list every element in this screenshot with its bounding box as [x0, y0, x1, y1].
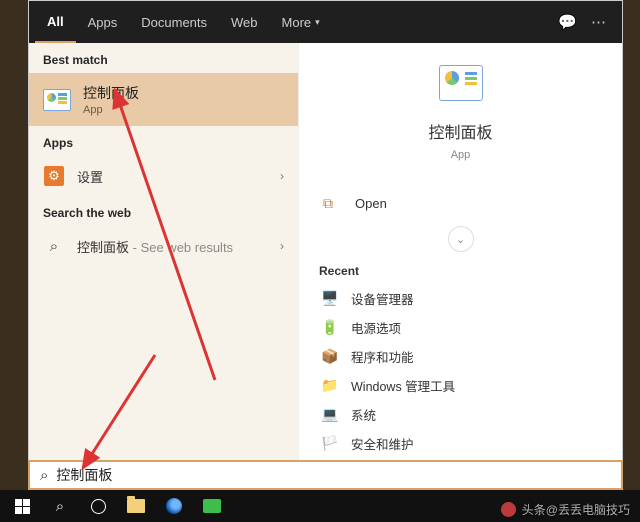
- web-search-item[interactable]: ⌕ 控制面板 - See web results ›: [29, 226, 298, 266]
- tab-all[interactable]: All: [35, 1, 76, 43]
- recent-item[interactable]: 🏳️ 安全和维护: [319, 429, 602, 458]
- recent-icon: 💻: [321, 406, 339, 423]
- tab-documents[interactable]: Documents: [129, 1, 219, 43]
- folder-icon: [127, 499, 145, 513]
- recent-icon: 🏳️: [321, 435, 339, 452]
- best-match-subtitle: App: [83, 104, 139, 116]
- app-button[interactable]: [194, 490, 230, 522]
- recent-icon: 🖥️: [321, 290, 339, 307]
- avatar-icon: [501, 502, 516, 517]
- globe-icon: [166, 498, 182, 514]
- watermark: 头条@丢丢电脑技巧: [501, 501, 630, 518]
- search-input[interactable]: [56, 467, 611, 483]
- windows-icon: [15, 499, 30, 514]
- recent-icon: 📁: [321, 377, 339, 394]
- open-icon: ⧉: [323, 195, 341, 212]
- recent-label: 设备管理器: [351, 289, 414, 308]
- cortana-button[interactable]: [80, 490, 116, 522]
- open-label: Open: [355, 196, 387, 211]
- search-icon: ⌕: [56, 498, 64, 515]
- recent-icon: 🔋: [321, 319, 339, 336]
- chevron-down-icon: ⌄: [448, 226, 474, 252]
- control-panel-icon: [43, 89, 71, 111]
- chevron-right-icon: ›: [280, 239, 284, 253]
- chevron-right-icon: ›: [280, 169, 284, 183]
- group-header-web: Search the web: [29, 196, 298, 226]
- recent-list: 🖥️ 设备管理器 🔋 电源选项 📦 程序和功能 📁 Windows 管理工具 💻 系统 🏳️ 安全和维…: [319, 284, 602, 458]
- recent-label: 电源选项: [351, 318, 401, 337]
- circle-icon: [91, 499, 106, 514]
- results-list: Best match 控制面板 App Apps ⚙ 设置 › Search t…: [29, 43, 299, 489]
- apps-item-settings[interactable]: ⚙ 设置 ›: [29, 156, 298, 196]
- filter-tabs: All Apps Documents Web More ▾ 💬 ⋯: [29, 1, 622, 43]
- taskbar-search-button[interactable]: ⌕: [42, 490, 78, 522]
- gear-icon: ⚙: [44, 166, 64, 186]
- preview-pane: 控制面板 App ⧉ Open ⌄ Recent 🖥️ 设备管理器 🔋 电源选项 📦 程序…: [299, 43, 622, 489]
- recent-header: Recent: [319, 264, 602, 278]
- group-header-best-match: Best match: [29, 43, 298, 73]
- preview-subtitle: App: [451, 149, 471, 161]
- apps-item-label: 设置: [77, 167, 268, 186]
- recent-item[interactable]: 💻 系统: [319, 400, 602, 429]
- recent-item[interactable]: 📁 Windows 管理工具: [319, 371, 602, 400]
- recent-icon: 📦: [321, 348, 339, 365]
- search-icon: ⌕: [43, 235, 65, 257]
- recent-label: 程序和功能: [351, 347, 414, 366]
- preview-title: 控制面板: [428, 119, 492, 143]
- recent-item[interactable]: 🖥️ 设备管理器: [319, 284, 602, 313]
- file-explorer-button[interactable]: [118, 490, 154, 522]
- start-button[interactable]: [4, 490, 40, 522]
- web-search-label: 控制面板 - See web results: [77, 237, 268, 256]
- search-bar[interactable]: ⌕: [28, 460, 623, 490]
- search-icon: ⌕: [40, 467, 48, 484]
- open-action[interactable]: ⧉ Open: [319, 185, 602, 222]
- app-icon: [203, 499, 221, 513]
- best-match-title: 控制面板: [83, 83, 139, 103]
- tab-web[interactable]: Web: [219, 1, 270, 43]
- recent-label: Windows 管理工具: [351, 376, 455, 395]
- recent-label: 系统: [351, 405, 376, 424]
- best-match-item[interactable]: 控制面板 App: [29, 73, 298, 126]
- results-body: Best match 控制面板 App Apps ⚙ 设置 › Search t…: [29, 43, 622, 489]
- recent-item[interactable]: 📦 程序和功能: [319, 342, 602, 371]
- control-panel-icon: [439, 65, 483, 101]
- group-header-apps: Apps: [29, 126, 298, 156]
- browser-button[interactable]: [156, 490, 192, 522]
- expand-toggle[interactable]: ⌄: [319, 226, 602, 252]
- recent-item[interactable]: 🔋 电源选项: [319, 313, 602, 342]
- chevron-down-icon: ▾: [315, 17, 320, 28]
- tab-apps[interactable]: Apps: [76, 1, 130, 43]
- tab-more-label: More: [282, 15, 312, 30]
- feedback-icon[interactable]: 💬: [558, 13, 577, 31]
- recent-label: 安全和维护: [351, 434, 414, 453]
- more-options-icon[interactable]: ⋯: [591, 13, 606, 31]
- tab-more[interactable]: More ▾: [270, 1, 332, 43]
- search-results-panel: All Apps Documents Web More ▾ 💬 ⋯ Best m…: [28, 0, 623, 489]
